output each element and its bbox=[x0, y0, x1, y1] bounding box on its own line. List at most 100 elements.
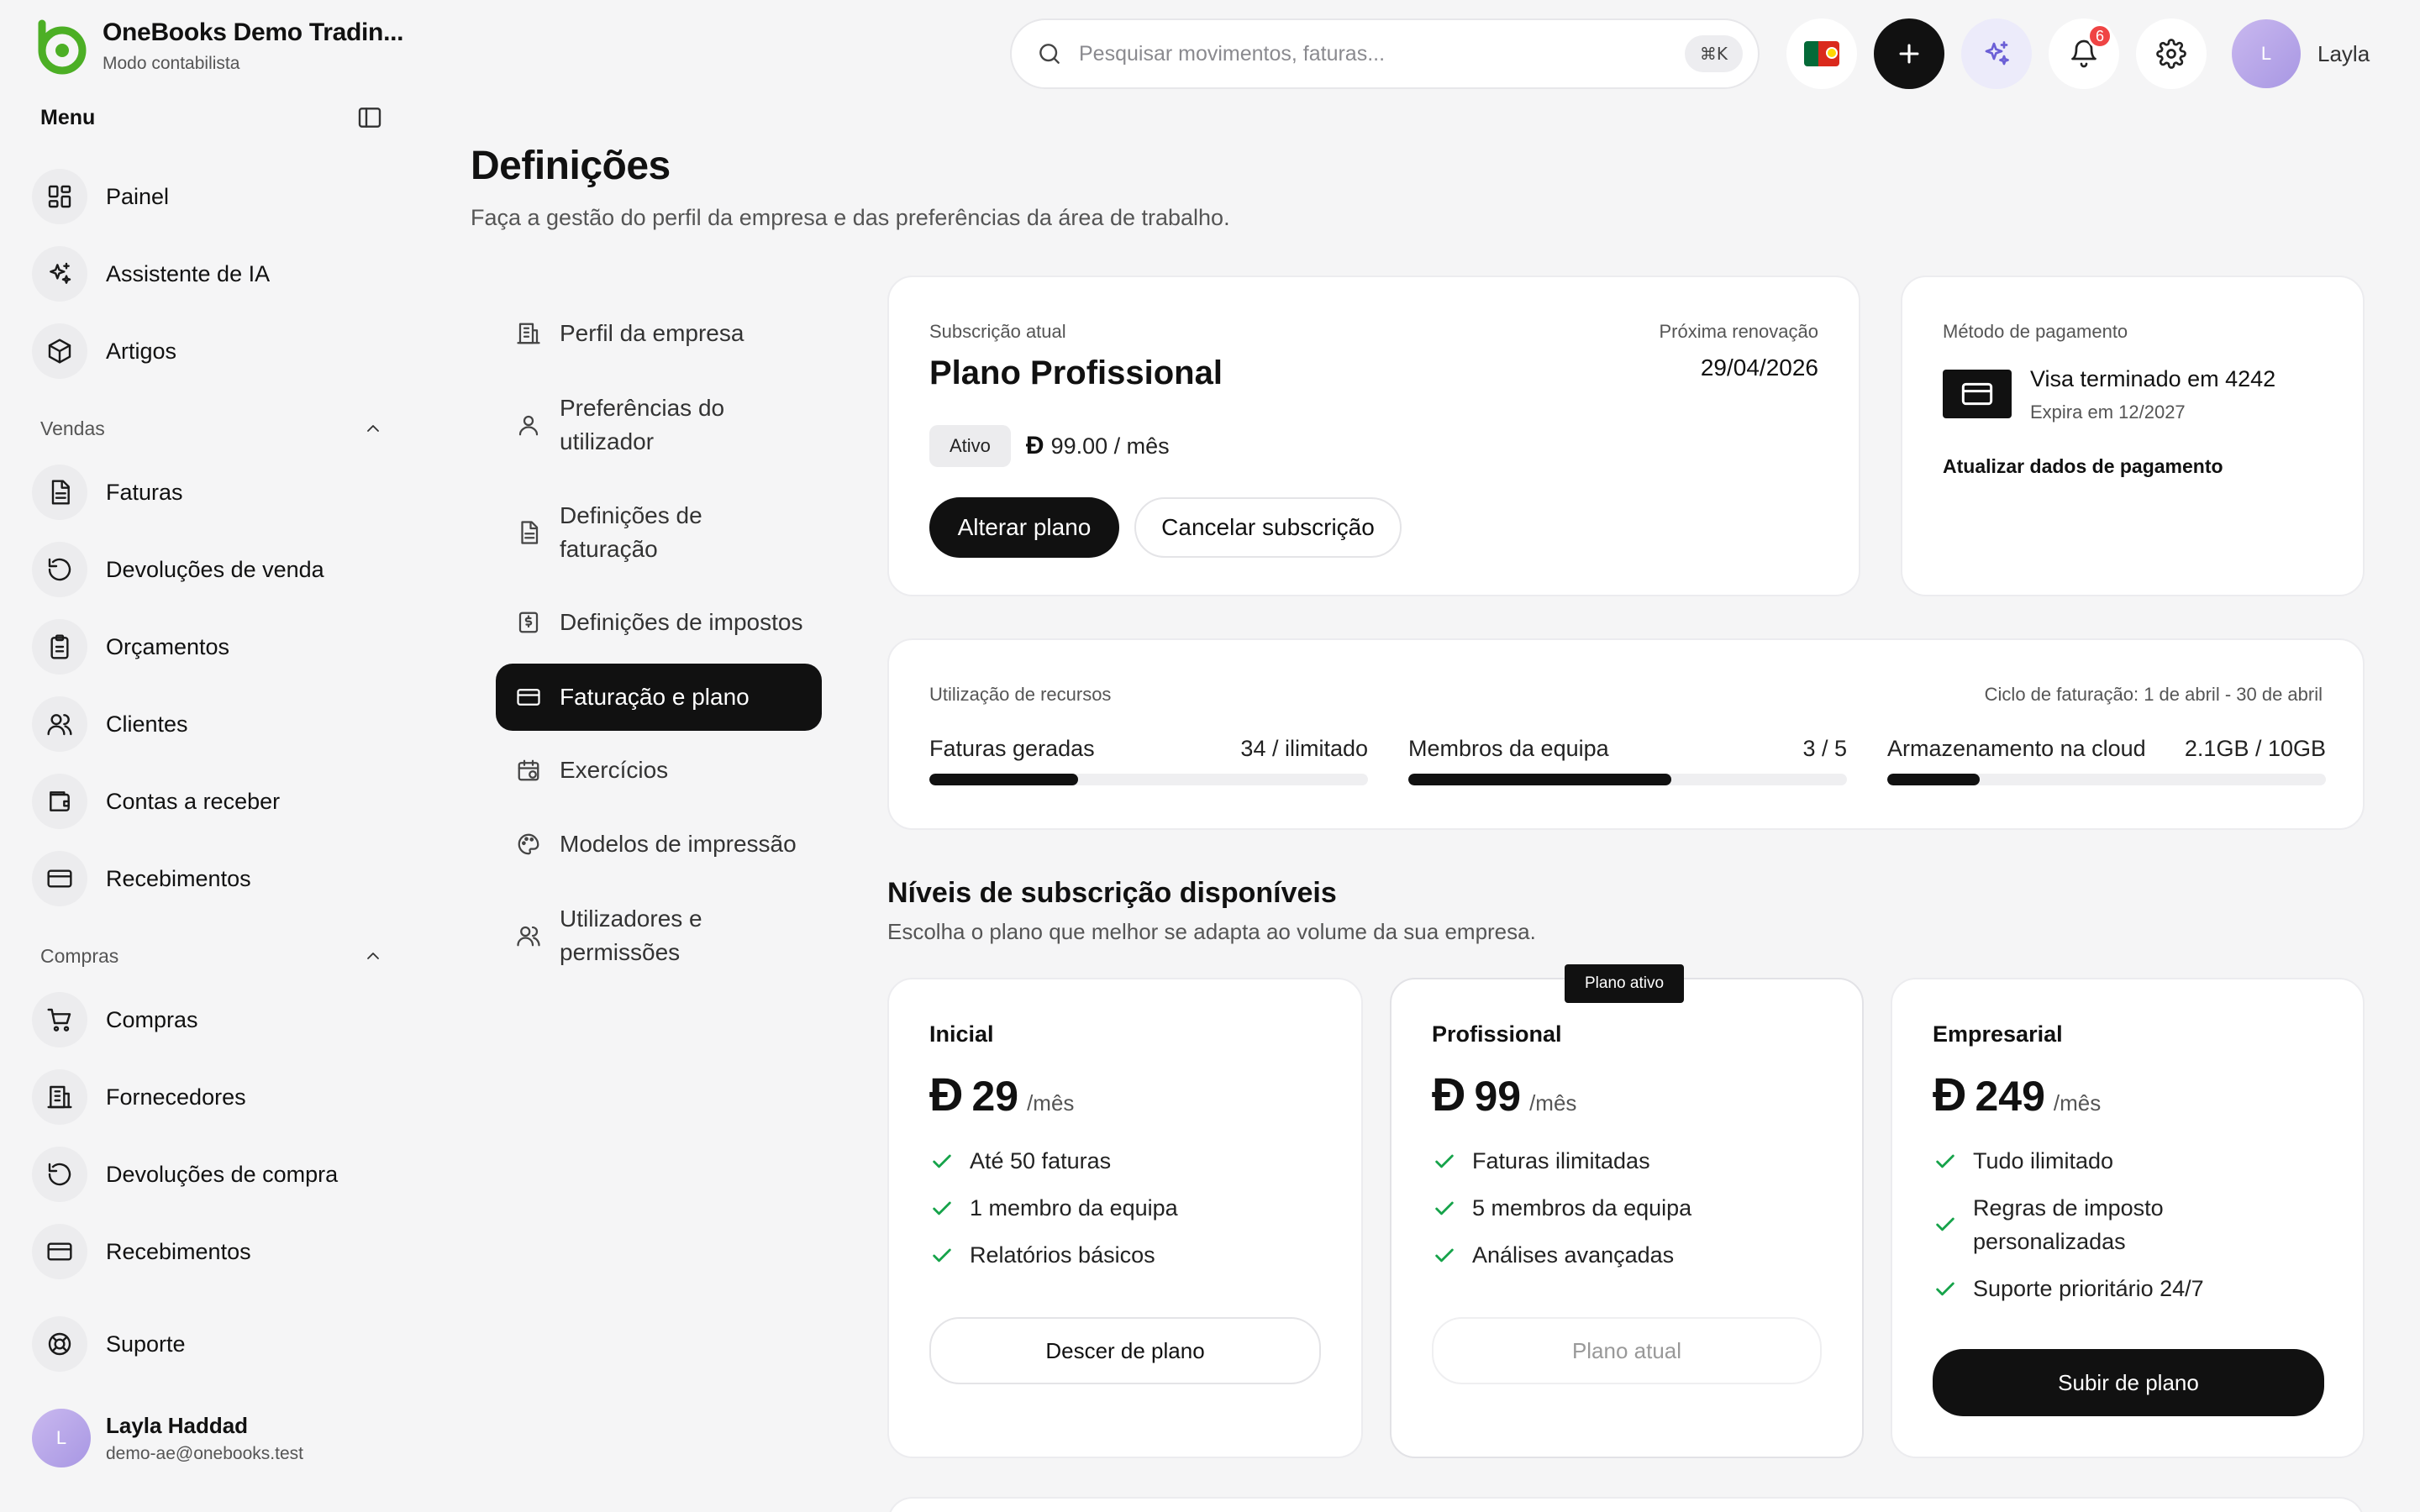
upgrade-plan-button[interactable]: Subir de plano bbox=[1933, 1349, 2324, 1416]
search-bar[interactable]: ⌘K bbox=[1010, 18, 1760, 89]
plan-price: Đ 99 /mês bbox=[1432, 1067, 1576, 1121]
palette-icon bbox=[514, 830, 543, 858]
list-item: Suporte prioritário 24/7 bbox=[1933, 1272, 2302, 1305]
sidebar-item-painel[interactable]: Painel bbox=[32, 165, 169, 228]
list-item: 1 membro da equipa bbox=[929, 1191, 1316, 1225]
plan-price-amount: 29 bbox=[971, 1073, 1019, 1120]
search-shortcut: ⌘K bbox=[1684, 35, 1743, 72]
current-plan-name: Plano Profissional bbox=[929, 354, 1223, 391]
brand[interactable]: OneBooks Demo Tradin... Modo contabilist… bbox=[32, 18, 403, 76]
sales-group-header[interactable]: Vendas bbox=[40, 413, 385, 444]
card-icon bbox=[1943, 370, 2012, 418]
sidebar-item-label: Orçamentos bbox=[106, 633, 230, 659]
payment-method-card: Método de pagamento Visa terminado em 42… bbox=[1901, 276, 2365, 596]
usage-label: Utilização de recursos bbox=[929, 684, 1112, 705]
sidebar-item-purchase-returns[interactable]: Devoluções de compra bbox=[32, 1142, 338, 1206]
company-mode: Modo contabilista bbox=[103, 54, 240, 73]
sidebar-item-purchases[interactable]: Compras bbox=[32, 988, 198, 1052]
top-user-name: Layla bbox=[2317, 40, 2370, 66]
sidebar-item-suppliers[interactable]: Fornecedores bbox=[32, 1065, 246, 1129]
subscription-label: Subscrição atual bbox=[929, 321, 1066, 342]
card-expiry: Expira em 12/2027 bbox=[2030, 402, 2186, 423]
sidebar-item-purchase-receipts[interactable]: Recebimentos bbox=[32, 1220, 251, 1284]
sidebar-item-support[interactable]: Suporte bbox=[32, 1312, 186, 1376]
renewal-label: Próxima renovação bbox=[1659, 321, 1818, 342]
renewal-date: 29/04/2026 bbox=[1700, 354, 1818, 381]
feature-text: Faturas ilimitadas bbox=[1472, 1148, 1650, 1173]
building-icon bbox=[32, 1069, 87, 1125]
change-plan-button[interactable]: Alterar plano bbox=[929, 497, 1119, 558]
sidebar-item-clients[interactable]: Clientes bbox=[32, 692, 188, 756]
check-icon bbox=[1933, 1149, 1958, 1174]
plan-price-amount: 249 bbox=[1975, 1073, 2045, 1120]
avatar: L bbox=[2232, 19, 2301, 88]
usage-progress-fill bbox=[1887, 774, 1980, 785]
search-icon bbox=[1035, 39, 1064, 68]
cancel-subscription-button[interactable]: Cancelar subscrição bbox=[1134, 497, 1402, 558]
list-item: 5 membros da equipa bbox=[1432, 1191, 1818, 1225]
settings-nav-user-preferences[interactable]: Preferências do utilizador bbox=[496, 390, 748, 460]
user-menu[interactable]: L Layla bbox=[2232, 18, 2370, 89]
settings-nav-label: Modelos de impressão bbox=[560, 831, 797, 857]
settings-nav-label: Definições de impostos bbox=[560, 609, 803, 635]
invoice-icon bbox=[32, 465, 87, 520]
sidebar-item-receipts[interactable]: Recebimentos bbox=[32, 847, 251, 911]
search-input[interactable] bbox=[1079, 41, 1685, 66]
currency-symbol: Đ bbox=[1432, 1068, 1466, 1121]
sidebar-item-artigos[interactable]: Artigos bbox=[32, 319, 176, 383]
currency-symbol: Đ bbox=[1025, 432, 1044, 459]
sidebar-item-label: Painel bbox=[106, 183, 170, 209]
plan-price-period: /mês bbox=[1529, 1090, 1577, 1116]
settings-nav-tax-settings[interactable]: Definições de impostos bbox=[496, 605, 822, 640]
sidebar-item-label: Devoluções de compra bbox=[106, 1161, 339, 1187]
cart-icon bbox=[32, 992, 87, 1047]
sidebar-item-label: Artigos bbox=[106, 338, 177, 364]
list-item: Regras de imposto personalizadas bbox=[1933, 1191, 2302, 1258]
user-email: demo-ae@onebooks.test bbox=[106, 1443, 303, 1463]
sidebar-item-faturas[interactable]: Faturas bbox=[32, 460, 183, 524]
page-title: Definições bbox=[471, 144, 671, 188]
usage-item-value: 34 / ilimitado bbox=[1240, 736, 1368, 761]
sidebar-item-label: Clientes bbox=[106, 711, 188, 737]
sidebar-item-ai-assistant[interactable]: Assistente de IA bbox=[32, 242, 270, 306]
sidebar-user-card[interactable]: L Layla Haddad demo-ae@onebooks.test bbox=[32, 1409, 303, 1467]
notifications-button[interactable]: 6 bbox=[2049, 18, 2119, 89]
ai-assistant-button[interactable] bbox=[1961, 18, 2032, 89]
settings-nav-label: Utilizadores e permissões bbox=[560, 906, 702, 965]
purchases-group-label: Compras bbox=[40, 944, 119, 967]
plan-name: Inicial bbox=[929, 1021, 994, 1047]
plan-price-amount: 99 bbox=[1474, 1073, 1522, 1120]
language-button[interactable] bbox=[1786, 18, 1857, 89]
plan-features: Tudo ilimitado Regras de imposto persona… bbox=[1933, 1144, 2302, 1319]
downgrade-plan-button[interactable]: Descer de plano bbox=[929, 1317, 1321, 1384]
create-new-button[interactable] bbox=[1874, 18, 1944, 89]
purchases-group-header[interactable]: Compras bbox=[40, 941, 385, 971]
settings-nav-users-permissions[interactable]: Utilizadores e permissões bbox=[496, 900, 723, 971]
document-icon bbox=[514, 518, 543, 547]
wallet-icon bbox=[32, 774, 87, 829]
feature-text: Regras de imposto personalizadas bbox=[1973, 1195, 2164, 1254]
update-payment-link[interactable]: Atualizar dados de pagamento bbox=[1943, 455, 2223, 478]
users-icon bbox=[514, 921, 543, 950]
sidebar-item-quotes[interactable]: Orçamentos bbox=[32, 615, 229, 679]
settings-nav-print-templates[interactable]: Modelos de impressão bbox=[496, 827, 822, 862]
settings-nav-fiscal-years[interactable]: Exercícios bbox=[496, 753, 822, 788]
menu-title: Menu bbox=[40, 105, 96, 129]
settings-button[interactable] bbox=[2136, 18, 2207, 89]
list-item: Análises avançadas bbox=[1432, 1238, 1818, 1272]
portugal-flag-icon bbox=[1804, 41, 1839, 66]
plan-price-period: /mês bbox=[1027, 1090, 1075, 1116]
settings-nav-billing-plan[interactable]: Faturação e plano bbox=[496, 664, 822, 731]
feature-text: Relatórios básicos bbox=[970, 1242, 1155, 1268]
chevron-up-icon bbox=[361, 417, 385, 440]
sidebar-item-sales-returns[interactable]: Devoluções de venda bbox=[32, 538, 324, 601]
page-subtitle: Faça a gestão do perfil da empresa e das… bbox=[471, 205, 1230, 230]
usage-progress-bar bbox=[1408, 774, 1847, 785]
sidebar-item-receivables[interactable]: Contas a receber bbox=[32, 769, 280, 833]
settings-nav-company-profile[interactable]: Perfil da empresa bbox=[496, 316, 822, 351]
users-icon bbox=[32, 696, 87, 752]
settings-nav-invoicing-settings[interactable]: Definições de faturação bbox=[496, 497, 723, 568]
card-description: Visa terminado em 4242 bbox=[2030, 366, 2276, 391]
sidebar-item-label: Recebimentos bbox=[106, 865, 251, 891]
sidebar-toggle-icon[interactable] bbox=[355, 102, 385, 133]
